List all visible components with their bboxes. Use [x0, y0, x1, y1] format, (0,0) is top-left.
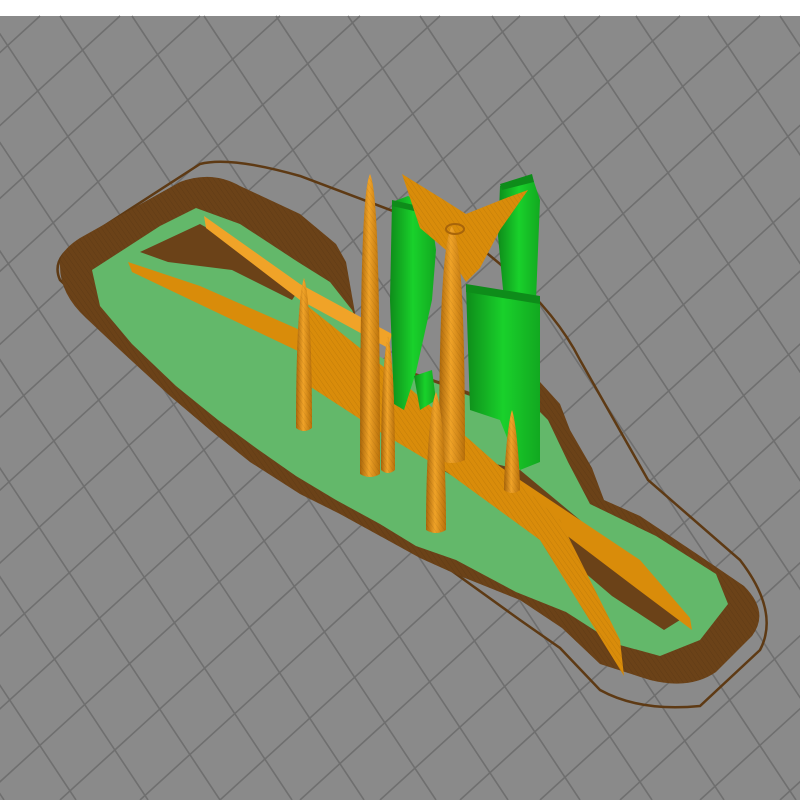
preview-3d-scene[interactable] — [0, 0, 800, 800]
gcode-preview-viewport[interactable] — [0, 0, 800, 800]
